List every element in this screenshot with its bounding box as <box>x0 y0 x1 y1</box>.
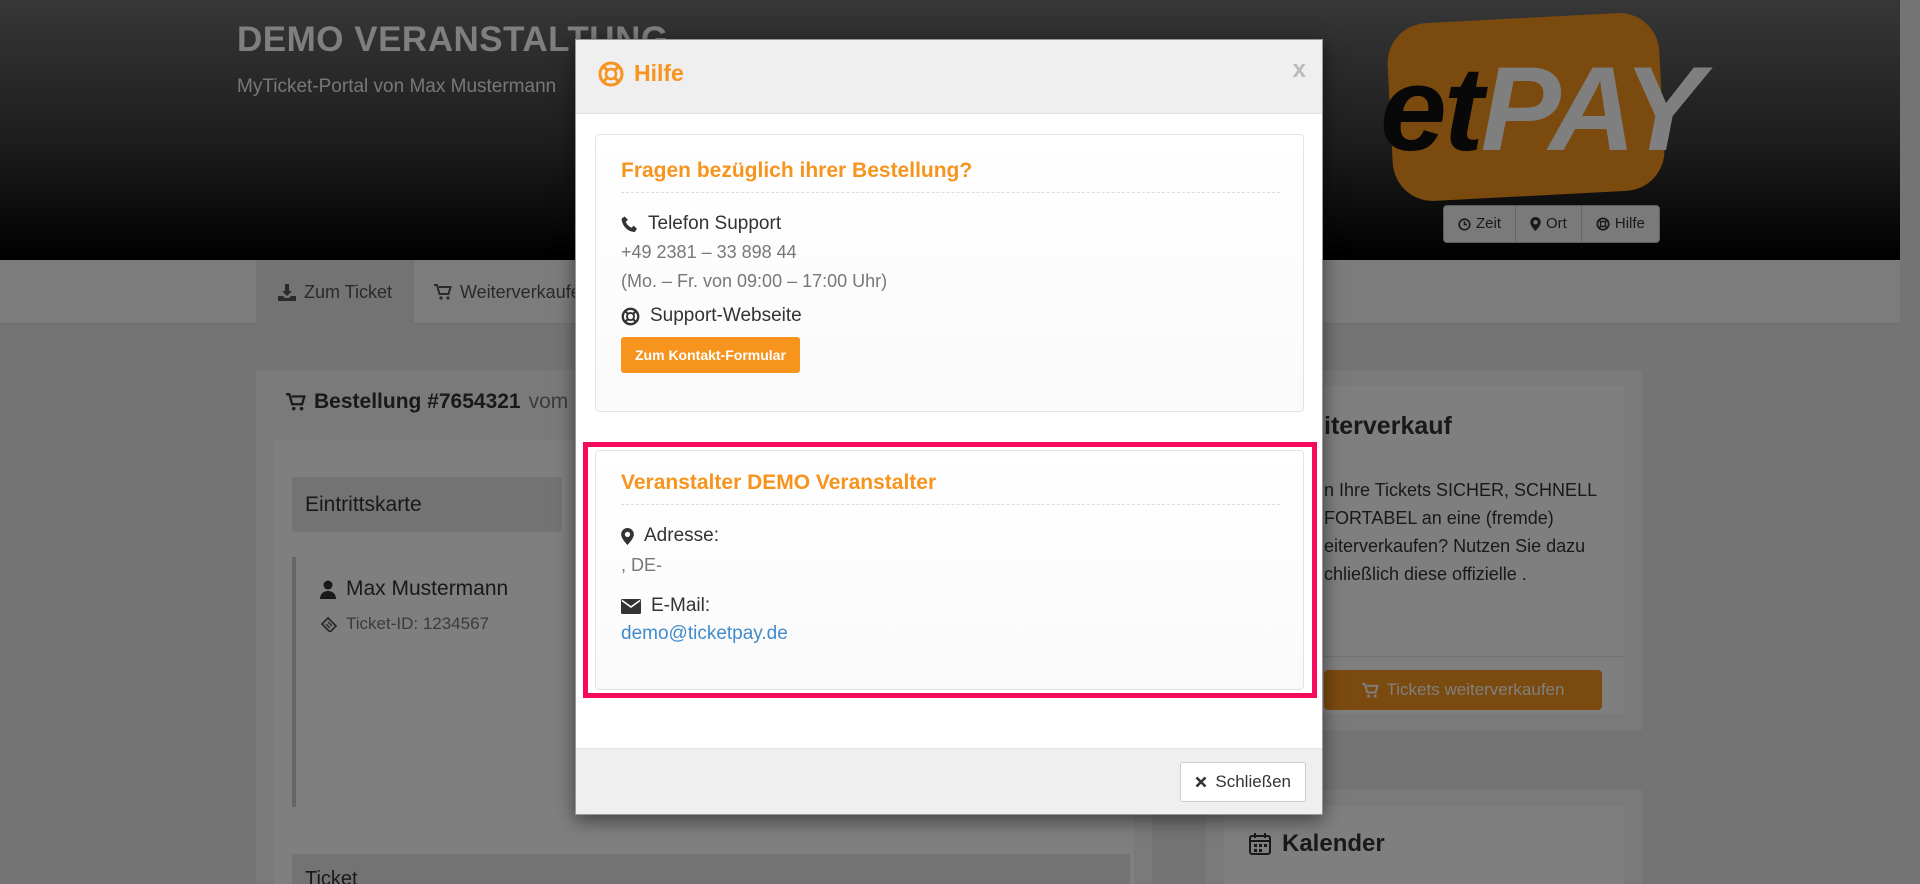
modal-header: Hilfe x <box>576 40 1322 114</box>
modal-title-text: Hilfe <box>634 60 684 86</box>
support-box-title: Fragen bezüglich ihrer Bestellung? <box>621 159 973 182</box>
close-modal-button[interactable]: Schließen <box>1180 762 1306 802</box>
close-icon <box>1195 776 1207 788</box>
contact-form-button[interactable]: Zum Kontakt-Formular <box>621 337 800 373</box>
phone-support-text: Telefon Support <box>648 213 782 234</box>
phone-support-label: Telefon Support <box>621 213 781 235</box>
organizer-highlight-frame <box>583 442 1317 698</box>
support-box-divider <box>621 192 1280 193</box>
support-box: Fragen bezüglich ihrer Bestellung? Telef… <box>595 134 1304 412</box>
phone-number: +49 2381 – 33 898 44 <box>621 242 797 262</box>
support-website-label: Support-Webseite <box>621 305 802 327</box>
close-icon[interactable]: x <box>1293 56 1306 84</box>
modal-footer: Schließen <box>576 748 1322 814</box>
phone-icon <box>621 216 638 233</box>
close-modal-label: Schließen <box>1215 772 1291 791</box>
help-modal: Hilfe x Fragen bezüglich ihrer Bestellun… <box>575 39 1323 815</box>
lifebuoy-icon <box>598 61 624 87</box>
support-website-text: Support-Webseite <box>650 305 802 326</box>
phone-hours: (Mo. – Fr. von 09:00 – 17:00 Uhr) <box>621 271 888 291</box>
lifebuoy-icon <box>621 307 640 326</box>
modal-title: Hilfe <box>598 60 684 87</box>
